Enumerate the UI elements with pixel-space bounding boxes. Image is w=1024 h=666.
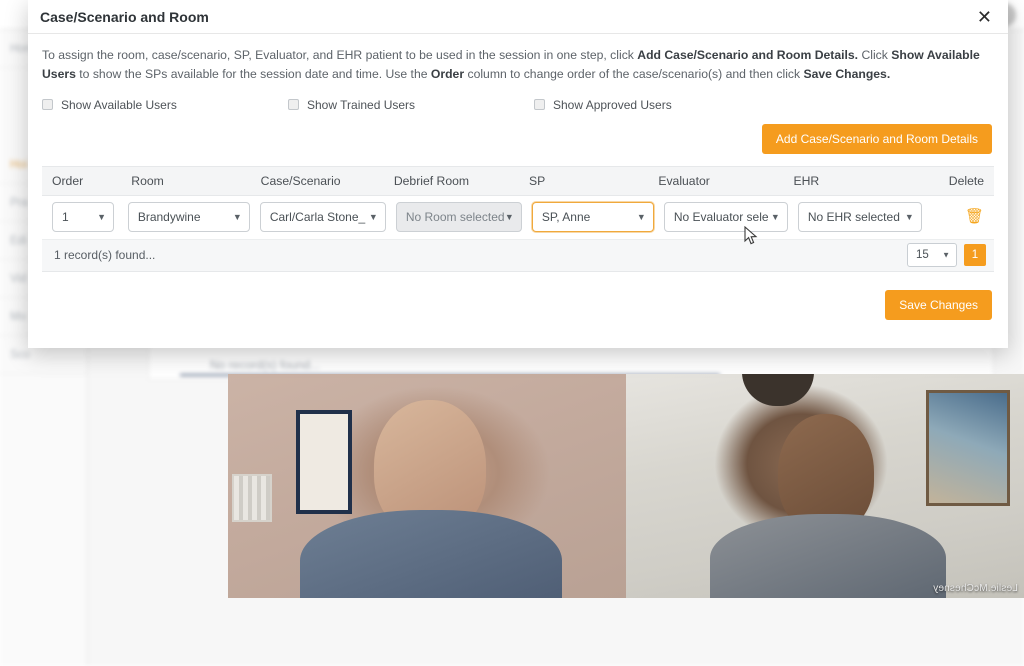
- records-found-text: 1 record(s) found...: [54, 248, 155, 262]
- chevron-down-icon: ▼: [97, 212, 106, 222]
- sp-select-value: SP, Anne: [542, 210, 591, 224]
- chevron-down-icon: ▼: [505, 212, 514, 222]
- cell-case-scenario: Carl/Carla Stone_ ▼: [250, 202, 386, 232]
- close-icon[interactable]: ✕: [973, 6, 996, 28]
- order-select[interactable]: 1 ▼: [52, 202, 114, 232]
- checkbox-box-trained[interactable]: [288, 99, 299, 110]
- order-select-value: 1: [62, 210, 69, 224]
- video-tile-participant-1[interactable]: [228, 374, 626, 598]
- case-scenario-select[interactable]: Carl/Carla Stone_ ▼: [260, 202, 386, 232]
- cell-order: 1 ▼: [42, 202, 118, 232]
- checkbox-box-approved[interactable]: [534, 99, 545, 110]
- column-header-debrief: Debrief Room: [384, 174, 519, 188]
- ehr-select[interactable]: No EHR selected ▼: [798, 202, 922, 232]
- page-size-select[interactable]: 15 ▼: [907, 243, 957, 267]
- debrief-room-select[interactable]: No Room selected ▼: [396, 202, 522, 232]
- case-scenario-and-room-dialog: Case/Scenario and Room ✕ To assign the r…: [28, 0, 1008, 348]
- window-blinds: [232, 474, 272, 522]
- column-header-delete: Delete: [919, 174, 994, 188]
- checkbox-label-available: Show Available Users: [61, 98, 177, 112]
- cell-delete: 🗑: [922, 208, 994, 226]
- chevron-down-icon: ▼: [942, 251, 950, 260]
- grid-header-row: Order Room Case/Scenario Debrief Room SP…: [42, 166, 994, 196]
- sp-select[interactable]: SP, Anne ▼: [532, 202, 654, 232]
- page-number-button[interactable]: 1: [964, 244, 986, 266]
- chevron-down-icon: ▼: [905, 212, 914, 222]
- evaluator-select-value: No Evaluator sele: [674, 210, 769, 224]
- participant-1-body: [300, 510, 562, 598]
- cell-ehr: No EHR selected ▼: [788, 202, 922, 232]
- chevron-down-icon: ▼: [233, 212, 242, 222]
- background-no-records-text: No record(s) found...: [210, 358, 320, 372]
- debrief-room-select-value: No Room selected: [406, 210, 505, 224]
- intro-bold-1: Add Case/Scenario and Room Details.: [637, 48, 858, 62]
- column-header-sp: SP: [519, 174, 648, 188]
- column-header-room: Room: [121, 174, 250, 188]
- room-select-value: Brandywine: [138, 210, 201, 224]
- cell-room: Brandywine ▼: [118, 202, 250, 232]
- table-row: 1 ▼ Brandywine ▼ Carl/Carla Stone_: [42, 196, 994, 240]
- cell-debrief-room: No Room selected ▼: [386, 202, 522, 232]
- wall-painting: [926, 390, 1010, 506]
- checkbox-label-trained: Show Trained Users: [307, 98, 415, 112]
- column-header-ehr: EHR: [783, 174, 918, 188]
- checkbox-show-available-users[interactable]: Show Available Users: [42, 98, 288, 112]
- screen-root: iew Hon Hoi Pra Edi Vid Mo Sco No record…: [0, 0, 1024, 666]
- ceiling-fixture: [742, 374, 814, 406]
- add-button-row: Add Case/Scenario and Room Details: [42, 124, 994, 154]
- intro-bold-4: Save Changes.: [804, 67, 891, 81]
- save-button-row: Save Changes: [42, 290, 994, 320]
- evaluator-select[interactable]: No Evaluator sele ▼: [664, 202, 788, 232]
- intro-part-3: to show the SPs available for the sessio…: [76, 67, 431, 81]
- dialog-header: Case/Scenario and Room ✕: [28, 0, 1008, 34]
- checkbox-show-approved-users[interactable]: Show Approved Users: [534, 98, 672, 112]
- dialog-body: To assign the room, case/scenario, SP, E…: [28, 34, 1008, 348]
- intro-part-2: Click: [858, 48, 891, 62]
- grid-footer: 1 record(s) found... 15 ▼ 1: [42, 240, 994, 272]
- filter-checkbox-row: Show Available Users Show Trained Users …: [42, 98, 994, 112]
- cell-sp: SP, Anne ▼: [522, 202, 654, 232]
- intro-part-4: column to change order of the case/scena…: [464, 67, 803, 81]
- ehr-select-value: No EHR selected: [808, 210, 900, 224]
- room-select[interactable]: Brandywine ▼: [128, 202, 250, 232]
- case-scenario-grid: Order Room Case/Scenario Debrief Room SP…: [42, 166, 994, 272]
- column-header-evaluator: Evaluator: [648, 174, 783, 188]
- dialog-instructions: To assign the room, case/scenario, SP, E…: [42, 46, 994, 84]
- dialog-title: Case/Scenario and Room: [40, 9, 209, 25]
- anatomy-poster: [296, 410, 352, 514]
- video-strip: Leslie.McChesney: [228, 374, 1024, 598]
- case-scenario-select-value: Carl/Carla Stone_: [270, 210, 365, 224]
- cell-evaluator: No Evaluator sele ▼: [654, 202, 788, 232]
- checkbox-label-approved: Show Approved Users: [553, 98, 672, 112]
- participant-2-body: [710, 514, 946, 598]
- page-size-value: 15: [916, 249, 929, 261]
- save-changes-button[interactable]: Save Changes: [885, 290, 992, 320]
- intro-part-1: To assign the room, case/scenario, SP, E…: [42, 48, 637, 62]
- video-tile-participant-2[interactable]: Leslie.McChesney: [626, 374, 1024, 598]
- checkbox-show-trained-users[interactable]: Show Trained Users: [288, 98, 534, 112]
- add-case-scenario-and-room-details-button[interactable]: Add Case/Scenario and Room Details: [762, 124, 992, 154]
- column-header-case: Case/Scenario: [251, 174, 384, 188]
- chevron-down-icon: ▼: [771, 212, 780, 222]
- trash-icon[interactable]: 🗑: [965, 208, 984, 225]
- chevron-down-icon: ▼: [637, 212, 646, 222]
- intro-bold-3: Order: [431, 67, 464, 81]
- column-header-order: Order: [42, 174, 121, 188]
- pagination: 15 ▼ 1: [907, 243, 986, 267]
- checkbox-box-available[interactable]: [42, 99, 53, 110]
- participant-2-name-label: Leslie.McChesney: [933, 583, 1018, 594]
- chevron-down-icon: ▼: [369, 212, 378, 222]
